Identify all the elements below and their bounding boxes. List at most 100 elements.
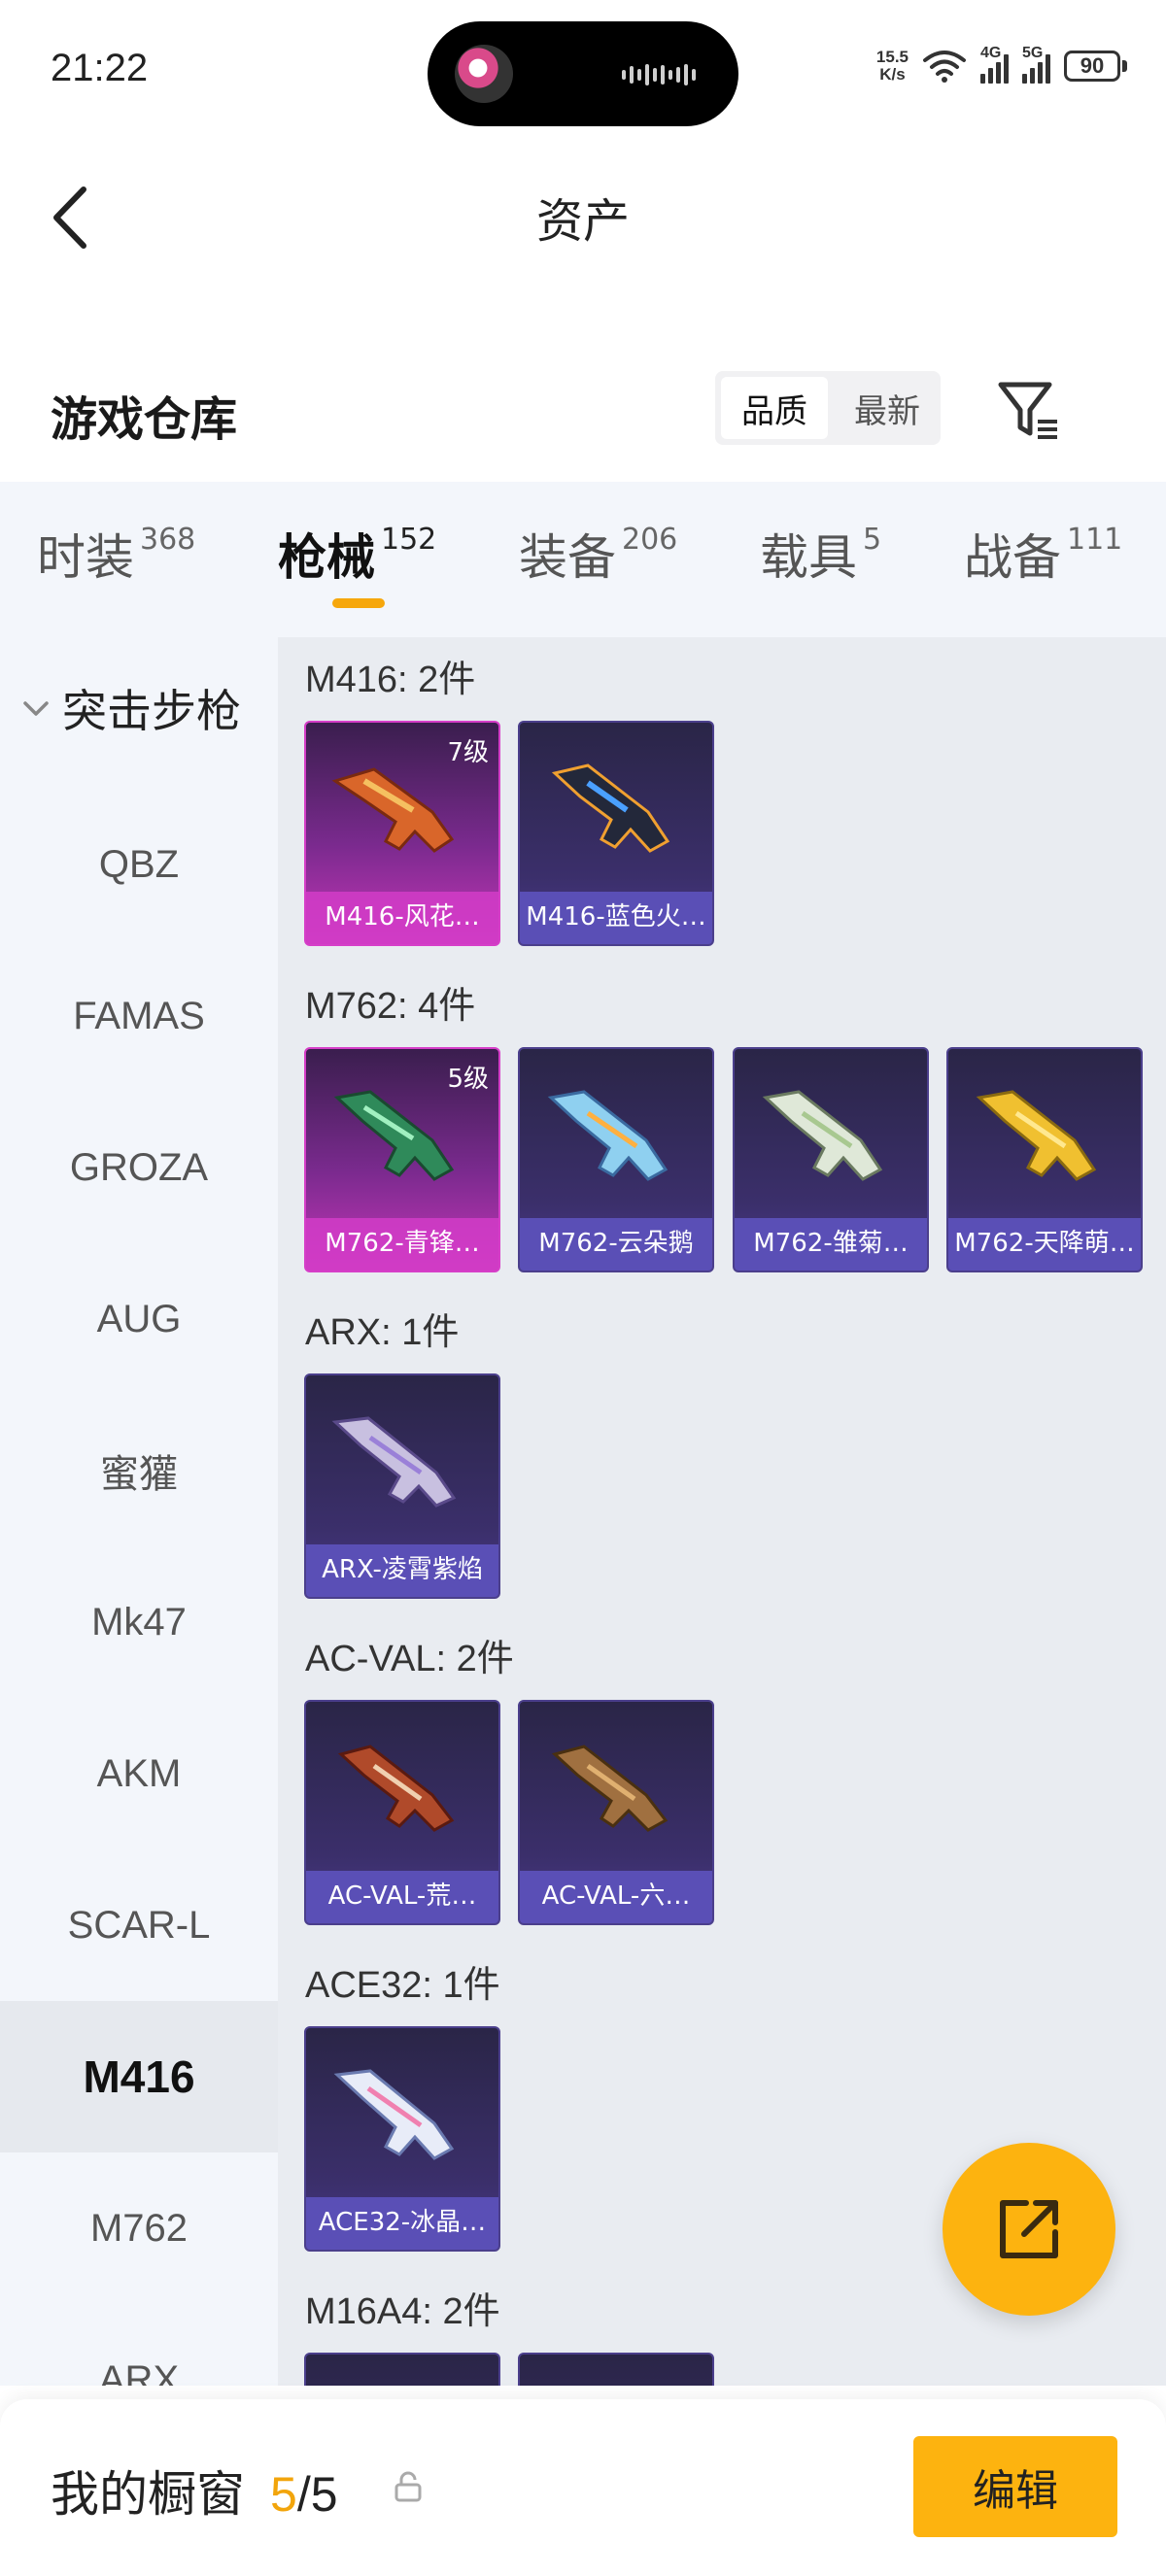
sidebar-category-assault-rifle[interactable]: 突击步枪 (19, 676, 241, 740)
signal-5g-label: 5G (1022, 45, 1044, 61)
skin-card[interactable]: M762-天降萌… (946, 1047, 1143, 1272)
group-title: AC-VAL: 2件 (305, 1639, 514, 1679)
wifi-icon (923, 51, 966, 83)
sort-latest-option[interactable]: 最新 (834, 371, 941, 445)
sidebar-item-mk47[interactable]: Mk47 (0, 1546, 278, 1698)
skin-name: M762-青锋… (306, 1218, 498, 1271)
skin-card[interactable]: AC-VAL-六… (518, 1700, 714, 1925)
tab-count: 5 (863, 523, 882, 557)
net-speed-unit: K/s (879, 65, 906, 84)
signal-4g-label: 4G (980, 45, 1002, 61)
rifle-icon (547, 1090, 669, 1181)
sidebar-item-honey-badger[interactable]: 蜜獾 (0, 1395, 278, 1546)
skin-name: ARX-凌霄紫焰 (306, 1544, 498, 1597)
sidebar-item-akm[interactable]: AKM (0, 1698, 278, 1849)
skin-name: M416-风花… (306, 892, 498, 944)
skin-card[interactable]: M762-雏菊… (733, 1047, 929, 1272)
skin-card[interactable] (518, 2353, 714, 2386)
lock-icon (394, 2471, 422, 2502)
skin-name: ACE32-冰晶… (306, 2197, 498, 2250)
skin-level: 5级 (447, 1065, 489, 1094)
skin-card[interactable]: ARX-凌霄紫焰 (304, 1373, 500, 1599)
tab-label: 战备 (964, 529, 1061, 586)
share-external-icon (1000, 2200, 1058, 2258)
sort-toggle: 品质 最新 (715, 371, 941, 445)
showcase-count-sep: / (296, 2467, 311, 2522)
sidebar-item-aug[interactable]: AUG (0, 1243, 278, 1395)
battery-level: 90 (1064, 51, 1120, 82)
group-title: M416: 2件 (305, 660, 476, 700)
rifle-icon (551, 763, 670, 853)
tab-vehicles[interactable]: 载具 5 (760, 519, 881, 589)
tab-firearms[interactable]: 枪械 152 (278, 519, 436, 589)
skin-card[interactable] (304, 2353, 500, 2386)
tab-fashion[interactable]: 时装 368 (37, 519, 195, 589)
skin-name: M416-蓝色火… (520, 892, 712, 944)
group-title: ARX: 1件 (305, 1312, 460, 1353)
rifle-icon (331, 1416, 457, 1508)
rifle-icon (551, 1745, 669, 1832)
system-icons: 15.5 K/s 4G 5G 90 (875, 45, 1127, 84)
active-tab-indicator (332, 598, 385, 608)
rifle-icon (337, 1745, 455, 1832)
skin-card[interactable]: M416-蓝色火… (518, 721, 714, 946)
sidebar-category-label: 突击步枪 (62, 685, 241, 737)
sidebar-item-m416[interactable]: M416 (0, 2001, 278, 2152)
status-time: 21:22 (51, 47, 149, 89)
tab-label: 装备 (519, 529, 616, 586)
dynamic-island[interactable] (428, 21, 738, 126)
tab-label: 载具 (760, 529, 857, 586)
skin-name: AC-VAL-荒… (306, 1871, 498, 1923)
sidebar-item-m762[interactable]: M762 (0, 2152, 278, 2304)
showcase-bar: 我的橱窗 5/5 编辑 (0, 2399, 1166, 2576)
tab-count: 111 (1067, 523, 1123, 557)
skin-name: M762-天降萌… (948, 1218, 1141, 1271)
filter-icon[interactable] (995, 377, 1063, 445)
battery-icon: 90 (1064, 51, 1127, 82)
tab-label: 枪械 (278, 529, 375, 586)
warehouse-header: 游戏仓库 品质 最新 (0, 350, 1166, 466)
warehouse-title: 游戏仓库 (51, 392, 238, 447)
skin-name: AC-VAL-六… (520, 1871, 712, 1923)
sidebar-item-groza[interactable]: GROZA (0, 1092, 278, 1243)
skin-name: M762-雏菊… (735, 1218, 927, 1271)
skin-card[interactable]: 7级 M416-风花… (304, 721, 500, 946)
rifle-icon (762, 1090, 883, 1181)
skin-name: M762-云朵鹅 (520, 1218, 712, 1271)
tab-supplies[interactable]: 战备 111 (964, 519, 1122, 589)
group-title: ACE32: 1件 (305, 1965, 500, 2006)
showcase-count-total: 5 (310, 2467, 338, 2522)
skin-card[interactable]: 5级 M762-青锋… (304, 1047, 500, 1272)
net-speed-value: 15.5 (875, 48, 909, 66)
showcase-label: 我的橱窗 (51, 2466, 245, 2523)
sidebar-item-scar-l[interactable]: SCAR-L (0, 1849, 278, 2001)
sidebar-item-famas[interactable]: FAMAS (0, 940, 278, 1092)
sidebar-item-qbz[interactable]: QBZ (0, 789, 278, 940)
weapon-sidebar: 突击步枪 QBZ FAMAS GROZA AUG 蜜獾 Mk47 AKM SCA… (0, 637, 278, 2386)
sidebar-item-arx[interactable]: ARX (0, 2304, 278, 2387)
group-title: M16A4: 2件 (305, 2291, 500, 2332)
tab-equipment[interactable]: 装备 206 (519, 519, 677, 589)
showcase-label-group: 我的橱窗 5/5 (51, 2456, 338, 2525)
showcase-count-current: 5 (270, 2467, 297, 2522)
sort-quality-option[interactable]: 品质 (721, 377, 828, 439)
tab-count: 152 (381, 523, 437, 557)
signal-5g-icon: 5G (1022, 45, 1050, 84)
tab-count: 206 (622, 523, 678, 557)
top-header: 资产 (0, 146, 1166, 282)
tab-count: 368 (140, 523, 196, 557)
edit-button[interactable]: 编辑 (913, 2436, 1117, 2537)
showcase-count: 5/5 (270, 2466, 338, 2523)
group-title: M762: 4件 (305, 986, 476, 1027)
app-avatar-icon (455, 45, 513, 103)
rifle-icon (976, 1090, 1097, 1181)
signal-4g-icon: 4G (980, 45, 1009, 84)
category-tabs: 时装 368 枪械 152 装备 206 载具 5 战备 111 (0, 482, 1166, 637)
skin-card[interactable]: ACE32-冰晶… (304, 2026, 500, 2252)
asset-page: 21:22 15.5 K/s 4G 5G 90 资产 游戏仓库 品质 最新 时装… (0, 0, 1166, 2576)
skin-card[interactable]: M762-云朵鹅 (518, 1047, 714, 1272)
share-button[interactable] (943, 2143, 1115, 2316)
weapon-content: M416: 2件 7级 M416-风花… M416-蓝色火… M762: 4件 … (278, 637, 1166, 2386)
skin-card[interactable]: AC-VAL-荒… (304, 1700, 500, 1925)
skin-level: 7级 (447, 738, 489, 767)
